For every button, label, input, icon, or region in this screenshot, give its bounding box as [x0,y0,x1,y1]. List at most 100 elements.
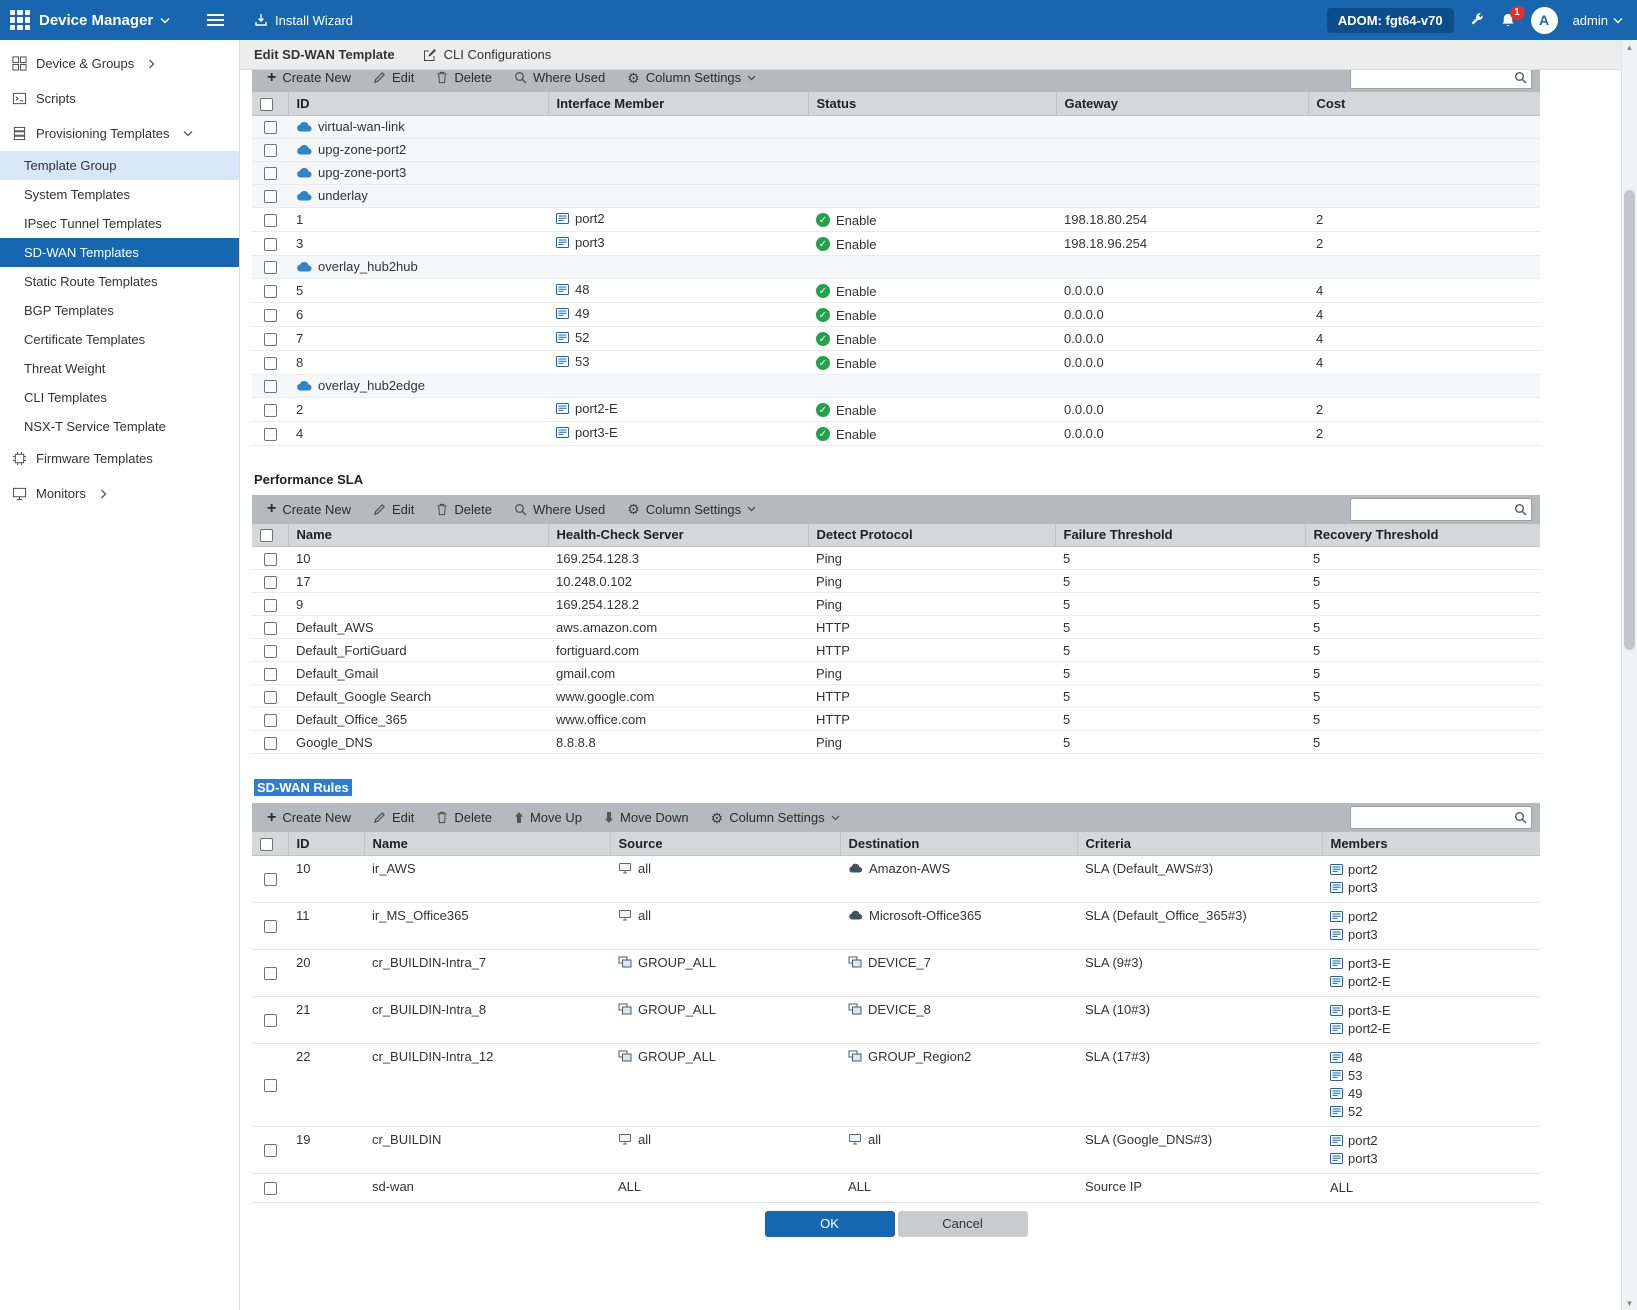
move-down-button[interactable]: Move Down [593,803,700,832]
row-checkbox[interactable] [264,144,277,157]
interface-member-row[interactable]: 3port3✓Enable198.18.96.2542 [252,231,1540,255]
ok-button[interactable]: OK [765,1211,895,1237]
interface-member-row[interactable]: 853✓Enable0.0.0.04 [252,350,1540,374]
interface-member-row[interactable]: 649✓Enable0.0.0.04 [252,302,1540,326]
interface-zone-row[interactable]: virtual-wan-link [252,115,1540,138]
sidebar-item-certificate-templates[interactable]: Certificate Templates [0,325,239,354]
sla-row[interactable]: 9169.254.128.2Ping55 [252,593,1540,616]
app-title[interactable]: Device Manager [39,12,153,29]
rule-row[interactable]: 20cr_BUILDIN-Intra_7GROUP_ALLDEVICE_7SLA… [252,949,1540,996]
sidebar-item-cli-templates[interactable]: CLI Templates [0,383,239,412]
create-new-button[interactable]: +Create New [256,70,362,92]
sidebar-toggle-button[interactable] [203,10,228,30]
row-checkbox[interactable] [264,714,277,727]
search-input[interactable] [1350,498,1532,521]
search-input[interactable] [1350,70,1532,89]
row-checkbox[interactable] [264,1079,277,1092]
sla-row[interactable]: Google_DNS8.8.8.8Ping55 [252,731,1540,754]
interface-zone-row[interactable]: overlay_hub2edge [252,374,1540,397]
search-input[interactable] [1350,806,1532,829]
select-all-checkbox[interactable] [260,529,273,542]
column-header-gateway[interactable]: Gateway [1056,92,1308,115]
column-settings-button[interactable]: ⚙Column Settings [616,70,767,92]
row-checkbox[interactable] [264,1182,277,1195]
row-checkbox[interactable] [264,622,277,635]
column-header-id[interactable]: ID [288,832,364,855]
column-settings-button[interactable]: ⚙Column Settings [616,495,767,524]
row-checkbox[interactable] [264,190,277,203]
where-used-button[interactable]: Where Used [503,70,616,92]
sidebar-item-bgp-templates[interactable]: BGP Templates [0,296,239,325]
row-checkbox[interactable] [264,873,277,886]
interface-member-row[interactable]: 2port2-E✓Enable0.0.0.02 [252,397,1540,421]
column-header-health-check-server[interactable]: Health-Check Server [548,524,808,547]
interface-member-row[interactable]: 4port3-E✓Enable0.0.0.02 [252,421,1540,445]
interface-zone-row[interactable]: upg-zone-port3 [252,161,1540,184]
row-checkbox[interactable] [264,668,277,681]
column-header-criteria[interactable]: Criteria [1077,832,1322,855]
row-checkbox[interactable] [264,1144,277,1157]
sidebar-item-provisioning-templates[interactable]: Provisioning Templates [0,116,239,151]
vertical-scrollbar[interactable]: ▲ ▼ [1621,40,1637,1310]
rule-row[interactable]: 19cr_BUILDINallallSLA (Google_DNS#3)port… [252,1126,1540,1173]
row-checkbox[interactable] [264,645,277,658]
column-settings-button[interactable]: ⚙Column Settings [700,803,851,832]
rule-row[interactable]: 22cr_BUILDIN-Intra_12GROUP_ALLGROUP_Regi… [252,1043,1540,1126]
row-checkbox[interactable] [264,167,277,180]
rule-row[interactable]: 11ir_MS_Office365allMicrosoft-Office365S… [252,902,1540,949]
column-header-name[interactable]: Name [364,832,610,855]
row-checkbox[interactable] [264,428,277,441]
row-checkbox[interactable] [264,309,277,322]
sidebar-item-scripts[interactable]: Scripts [0,81,239,116]
row-checkbox[interactable] [264,380,277,393]
notifications-button[interactable]: 1 [1500,12,1516,29]
row-checkbox[interactable] [264,576,277,589]
row-checkbox[interactable] [264,333,277,346]
column-header-cost[interactable]: Cost [1308,92,1540,115]
delete-button[interactable]: Delete [425,803,503,832]
sidebar-item-device-groups[interactable]: Device & Groups [0,46,239,81]
wrench-icon[interactable] [1469,12,1485,28]
edit-button[interactable]: Edit [362,70,425,92]
row-checkbox[interactable] [264,214,277,227]
create-new-button[interactable]: +Create New [256,803,362,832]
interface-member-row[interactable]: 1port2✓Enable198.18.80.2542 [252,207,1540,231]
column-header-destination[interactable]: Destination [840,832,1077,855]
where-used-button[interactable]: Where Used [503,495,616,524]
row-checkbox[interactable] [264,357,277,370]
sla-row[interactable]: 1710.248.0.102Ping55 [252,570,1540,593]
adom-badge[interactable]: ADOM: fgt64-v70 [1327,8,1454,33]
scroll-up-arrow[interactable]: ▲ [1622,40,1637,54]
cancel-button[interactable]: Cancel [898,1211,1028,1237]
rule-row[interactable]: 21cr_BUILDIN-Intra_8GROUP_ALLDEVICE_8SLA… [252,996,1540,1043]
sla-row[interactable]: Default_AWSaws.amazon.comHTTP55 [252,616,1540,639]
sidebar-item-monitors[interactable]: Monitors [0,476,239,511]
rule-row[interactable]: sd-wanALLALLSource IPALL [252,1173,1540,1202]
row-checkbox[interactable] [264,691,277,704]
sla-row[interactable]: 10169.254.128.3Ping55 [252,547,1540,570]
interface-zone-row[interactable]: upg-zone-port2 [252,138,1540,161]
select-all-checkbox[interactable] [260,98,273,111]
rule-row[interactable]: 10ir_AWSallAmazon-AWSSLA (Default_AWS#3)… [252,855,1540,902]
edit-button[interactable]: Edit [362,495,425,524]
sidebar-item-nsx-t-service-template[interactable]: NSX-T Service Template [0,412,239,441]
tab-edit-sdwan-template[interactable]: Edit SD-WAN Template [254,47,395,62]
row-checkbox[interactable] [264,1014,277,1027]
column-header-status[interactable]: Status [808,92,1056,115]
column-header-source[interactable]: Source [610,832,840,855]
tab-cli-configurations[interactable]: CLI Configurations [423,47,552,62]
row-checkbox[interactable] [264,261,277,274]
sidebar-item-firmware-templates[interactable]: Firmware Templates [0,441,239,476]
sidebar-item-sd-wan-templates[interactable]: SD-WAN Templates [0,238,239,267]
app-logo-icon[interactable] [10,10,30,30]
sidebar-item-template-group[interactable]: Template Group [0,151,239,180]
sla-row[interactable]: Default_Office_365www.office.comHTTP55 [252,708,1540,731]
column-header-failure-threshold[interactable]: Failure Threshold [1055,524,1305,547]
interface-member-row[interactable]: 752✓Enable0.0.0.04 [252,326,1540,350]
column-header-name[interactable]: Name [288,524,548,547]
row-checkbox[interactable] [264,121,277,134]
delete-button[interactable]: Delete [425,495,503,524]
sidebar-item-system-templates[interactable]: System Templates [0,180,239,209]
interface-zone-row[interactable]: underlay [252,184,1540,207]
sidebar-item-ipsec-tunnel-templates[interactable]: IPsec Tunnel Templates [0,209,239,238]
